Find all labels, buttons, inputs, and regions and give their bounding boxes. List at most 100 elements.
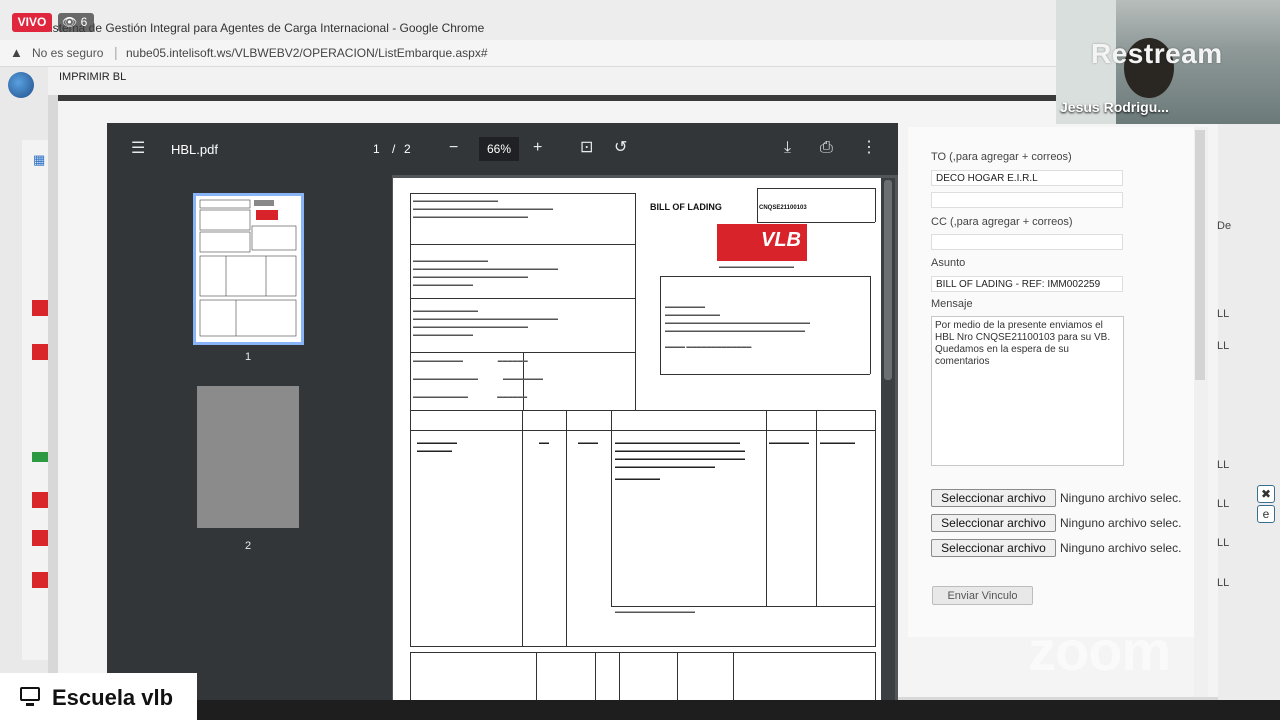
doc-text: ▬▬▬▬▬▬▬▬▬▬▬▬▬▬▬▬▬▬▬▬▬▬▬	[413, 214, 528, 220]
menu-icon[interactable]: ☰	[131, 141, 145, 157]
doc-text: ▬▬▬▬▬▬▬▬	[665, 304, 705, 310]
edit-icon[interactable]: e	[1257, 505, 1275, 523]
row-flag-icon[interactable]	[32, 300, 48, 316]
browser-titlebar: Sistema de Gestión Integral para Agentes…	[0, 0, 1056, 41]
to-label: TO (,para agregar + correos)	[931, 151, 1072, 163]
table-line	[536, 652, 537, 700]
doc-text: ▬▬▬▬▬▬▬▬	[769, 440, 809, 446]
thumbnail-preview	[199, 199, 297, 337]
doc-text: ▬▬▬▬▬▬▬▬▬▬▬▬▬▬▬▬▬▬▬▬▬▬▬▬▬▬▬▬▬	[413, 266, 558, 272]
doc-text: ▬▬	[539, 440, 549, 446]
window-title: Sistema de Gestión Integral para Agentes…	[42, 21, 485, 35]
pdf-page-input[interactable]: 1	[373, 142, 380, 156]
table-line	[635, 193, 636, 411]
pdf-page: ▬▬▬▬▬▬▬▬▬▬▬▬▬▬▬▬▬ ▬▬▬▬▬▬▬▬▬▬▬▬▬▬▬▬▬▬▬▬▬▬…	[393, 178, 881, 700]
doc-text: ▬▬▬▬▬▬▬▬▬▬▬▬▬▬▬	[719, 264, 794, 270]
page-thumbnail[interactable]	[197, 386, 299, 528]
file-status: Ninguno archivo selec.	[1060, 491, 1182, 505]
doc-text: ▬▬▬▬▬▬▬▬▬▬▬▬▬▬▬▬▬▬▬▬▬▬▬▬▬▬▬▬	[413, 206, 553, 212]
doc-text: ▬▬▬▬▬▬▬▬▬▬▬▬▬▬▬▬▬	[413, 198, 498, 204]
table-line	[410, 193, 411, 411]
form-scrollbar-thumb[interactable]	[1195, 130, 1205, 380]
table-line	[410, 410, 876, 411]
eye-icon: 👁	[62, 15, 78, 29]
doc-text: ▬▬▬▬▬▬▬▬▬▬▬ ▬▬▬▬▬▬	[413, 394, 528, 400]
viewer-count: 6	[80, 15, 88, 29]
table-line	[875, 410, 876, 646]
file-status: Ninguno archivo selec.	[1060, 541, 1182, 555]
rotate-icon[interactable]: ↺	[614, 140, 627, 156]
pdf-scrollbar-thumb[interactable]	[884, 180, 892, 380]
table-line	[816, 410, 817, 606]
to-extra-input[interactable]	[931, 192, 1123, 208]
doc-text: ▬▬▬▬▬▬▬	[417, 448, 452, 454]
more-options-icon[interactable]: ⋮	[861, 140, 877, 156]
table-line	[733, 652, 734, 700]
download-icon[interactable]: ⤓	[784, 140, 791, 156]
zoom-level-field[interactable]: 66%	[479, 137, 519, 161]
to-input[interactable]: DECO HOGAR E.I.R.L	[931, 170, 1123, 186]
doc-text: ▬▬▬▬▬▬▬▬▬▬▬▬	[413, 332, 473, 338]
file-status: Ninguno archivo selec.	[1060, 516, 1182, 530]
zoom-in-icon[interactable]: +	[533, 140, 542, 156]
grid-icon[interactable]: ▦	[33, 153, 45, 166]
bl-number: CNQSE21100103	[759, 205, 807, 211]
restream-watermark: Restream	[1091, 38, 1223, 69]
pdf-file-name: HBL.pdf	[171, 142, 218, 157]
close-icon[interactable]: ✖	[1257, 485, 1275, 503]
cc-label: CC (,para agregar + correos)	[931, 216, 1073, 228]
doc-text: ▬▬▬▬▬▬▬▬▬▬▬▬▬	[413, 308, 478, 314]
doc-text: ▬▬▬▬▬▬▬▬▬▬▬	[665, 312, 720, 318]
zoom-out-icon[interactable]: −	[449, 140, 458, 156]
app-logo-icon[interactable]	[8, 72, 34, 98]
select-file-button[interactable]: Seleccionar archivo	[931, 489, 1056, 507]
page-thumbnail[interactable]	[193, 193, 304, 345]
table-line	[611, 606, 875, 607]
modal-header: IMPRIMIR BL	[48, 67, 1058, 95]
vlb-logo: VLB	[717, 224, 807, 261]
table-line	[619, 652, 620, 700]
row-flag-icon[interactable]	[32, 572, 48, 588]
doc-text: ▬▬▬▬▬▬▬▬▬▬▬▬▬▬▬▬▬▬▬▬▬▬▬	[413, 324, 528, 330]
table-line	[660, 276, 870, 277]
row-flag-icon[interactable]	[32, 344, 48, 360]
doc-text: ▬▬▬▬▬▬▬▬▬▬▬▬▬▬▬▬▬▬▬▬▬▬▬▬▬▬▬▬	[665, 328, 805, 334]
doc-text: ▬▬▬▬▬▬▬▬▬▬▬▬▬▬▬▬▬▬▬▬▬▬▬▬▬▬	[615, 448, 745, 454]
print-icon[interactable]: ⎙	[820, 140, 833, 156]
row-flag-icon[interactable]	[32, 492, 48, 508]
address-bar[interactable]: ▲ No es seguro | nube05.intelisoft.ws/VL…	[0, 40, 1056, 67]
monitor-icon	[20, 687, 40, 706]
table-cell: LL	[1217, 537, 1230, 549]
doc-text: ▬▬▬▬▬▬▬▬▬▬▬▬▬▬▬▬▬▬▬▬	[615, 464, 715, 470]
select-file-button[interactable]: Seleccionar archivo	[931, 514, 1056, 532]
subject-label: Asunto	[931, 257, 966, 269]
table-cell: LL	[1217, 459, 1230, 471]
doc-text: ▬▬▬▬▬▬▬▬▬▬▬▬▬▬▬▬▬▬▬▬▬▬▬▬▬▬▬▬▬	[413, 316, 558, 322]
send-link-button[interactable]: Enviar Vinculo	[932, 586, 1033, 605]
message-textarea[interactable]: Por medio de la presente enviamos el HBL…	[931, 316, 1124, 466]
doc-text: ▬▬▬▬▬▬▬▬▬▬▬▬▬▬▬	[413, 258, 488, 264]
cc-input[interactable]	[931, 234, 1123, 250]
url-text[interactable]: nube05.intelisoft.ws/VLBWEBV2/OPERACION/…	[126, 46, 488, 60]
subject-input[interactable]: BILL OF LADING - REF: IMM002259	[931, 276, 1123, 292]
channel-banner: Escuela vlb	[0, 673, 197, 720]
table-line	[410, 430, 876, 431]
table-line	[410, 646, 876, 647]
table-line	[410, 652, 411, 700]
table-line	[410, 298, 636, 299]
row-flag-icon[interactable]	[32, 452, 48, 462]
fit-page-icon[interactable]: ⊡	[580, 140, 593, 156]
table-line	[660, 374, 870, 375]
table-line	[522, 410, 523, 646]
divider: |	[114, 44, 118, 60]
doc-text: ▬▬▬▬▬▬▬▬▬	[615, 476, 660, 482]
warning-icon[interactable]: ▲	[10, 45, 23, 60]
select-file-button[interactable]: Seleccionar archivo	[931, 539, 1056, 557]
table-header: De	[1217, 220, 1232, 232]
row-flag-icon[interactable]	[32, 530, 48, 546]
thumbnail-label: 2	[244, 540, 252, 552]
security-label[interactable]: No es seguro	[32, 46, 103, 60]
page-separator: /	[392, 142, 396, 156]
doc-text: ▬▬▬▬	[578, 440, 598, 446]
doc-text: ▬▬▬▬▬▬▬▬▬▬ ▬▬▬▬▬▬	[413, 358, 528, 364]
